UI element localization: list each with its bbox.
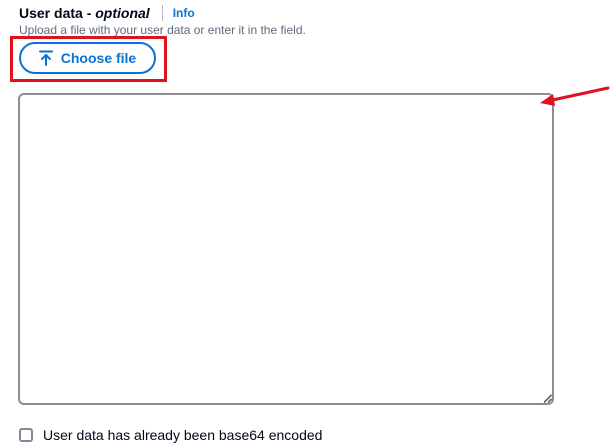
upload-arrow-icon [38, 50, 53, 66]
user-data-section: User data - optional Info Upload a file … [0, 0, 611, 446]
field-label: User data - optional [19, 5, 150, 21]
base64-checkbox-row[interactable]: User data has already been base64 encode… [19, 427, 322, 443]
field-description: Upload a file with your user data or ent… [19, 23, 306, 37]
choose-file-label: Choose file [60, 50, 137, 66]
choose-file-button[interactable]: Choose file [19, 42, 156, 74]
base64-checkbox[interactable] [19, 428, 33, 442]
base64-checkbox-label[interactable]: User data has already been base64 encode… [43, 427, 322, 443]
user-data-textarea[interactable] [18, 93, 554, 405]
label-divider [161, 5, 163, 21]
field-header: User data - optional Info [19, 4, 195, 22]
field-label-optional: optional [95, 5, 150, 21]
info-link[interactable]: Info [173, 6, 195, 20]
field-label-text: User data - [19, 5, 96, 21]
